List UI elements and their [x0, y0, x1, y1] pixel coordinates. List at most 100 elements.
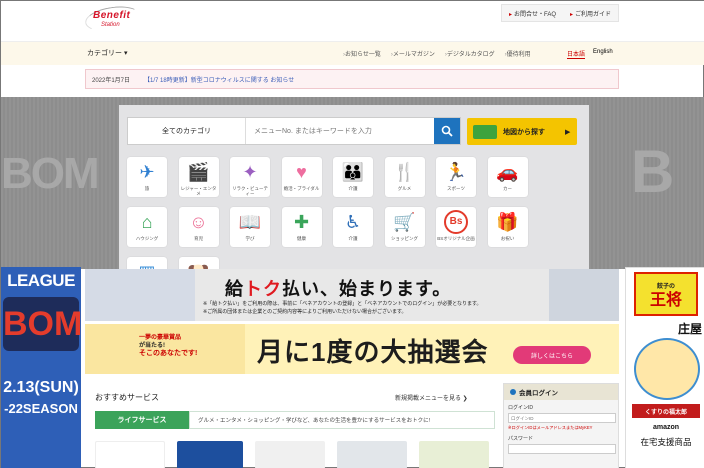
- notice-bar: 2022年1月7日 【1/7 18時更新】新型コロナウィルスに関する お知らせ: [85, 69, 619, 89]
- category-label: 旅: [144, 186, 150, 191]
- category-tile[interactable]: ⌂ ハウジング: [127, 207, 167, 247]
- nav-links: お知らせ一覧 メールマガジン デジタルカタログ 優待利用: [343, 49, 531, 58]
- category-label: 介護: [348, 186, 358, 191]
- password-field[interactable]: [508, 444, 616, 454]
- lottery-detail-button[interactable]: 詳しくはこちら: [513, 346, 591, 364]
- category-label: 介護: [348, 236, 358, 241]
- category-tile[interactable]: 🛒 ショッピング: [384, 207, 425, 247]
- category-label: BSオリジナル企画: [437, 236, 475, 241]
- guide-link[interactable]: ご利用ガイド: [570, 9, 611, 18]
- new-menu-link[interactable]: 新規掲載メニューを見る ❯: [395, 393, 468, 402]
- left-ad-season: -22SEASON: [4, 401, 78, 416]
- login-id-field[interactable]: [508, 413, 616, 423]
- car-icon: 🚗: [496, 162, 519, 182]
- category-tile[interactable]: ♥ 婚活・ブライダル: [281, 157, 322, 197]
- category-label: お祝い: [500, 236, 515, 241]
- category-label: グルメ: [397, 186, 412, 191]
- service-card[interactable]: [177, 441, 243, 468]
- nav-bar: カテゴリー ▾ お知らせ一覧 メールマガジン デジタルカタログ 優待利用 日本語…: [1, 41, 704, 65]
- category-tile[interactable]: ✚ 健康: [281, 207, 322, 247]
- category-tile[interactable]: 👪 介護: [333, 157, 373, 197]
- category-tile[interactable]: 📖 学び: [230, 207, 270, 247]
- shoya-ad: 庄屋: [677, 322, 702, 336]
- login-title: 会員ログイン: [504, 384, 618, 400]
- airplane-icon: ✈: [139, 162, 155, 182]
- gyoza-ad: 餃子の 王将: [634, 272, 698, 316]
- map-search-button[interactable]: 地図から探す ▶: [467, 118, 577, 145]
- banner-person-left: [85, 269, 195, 321]
- right-ad[interactable]: 餃子の 王将 庄屋 くすりの福太郎 amazon 在宅支援商品: [625, 267, 704, 468]
- amazon-ad-text: 在宅支援商品: [640, 437, 692, 447]
- notice-date: 2022年1月7日: [92, 77, 131, 84]
- lottery-banner[interactable]: 一夢の豪華賞品 が当たる! そこのあなたです! 月に1度の大抽選会 詳しくはこち…: [85, 324, 619, 374]
- category-label: リラク・ビューティー: [232, 186, 268, 196]
- gift-icon: 🎁: [496, 212, 519, 232]
- logo-sub: Station: [101, 22, 120, 28]
- member-login-box: 会員ログイン ログインID ※ログインIDはメールアドレスまたはMyKEY パス…: [503, 383, 619, 468]
- map-icon: [473, 124, 497, 139]
- category-tile[interactable]: 🎬 レジャー・エンタメ: [178, 157, 219, 197]
- category-label: レジャー・エンタメ: [180, 186, 217, 196]
- lang-japanese[interactable]: 日本語: [567, 49, 586, 59]
- kyutoku-banner[interactable]: 給トク払い、始まります。 ※「給トク払い」をご利用の際は、事前に「ベネアカウント…: [85, 269, 619, 321]
- category-label: 健康: [297, 236, 306, 241]
- category-tile[interactable]: Bs BSオリジナル企画: [436, 207, 476, 247]
- book-icon: 📖: [238, 212, 262, 232]
- tab-life-service[interactable]: ライフサービス: [95, 411, 189, 429]
- category-tile[interactable]: 🏃 スポーツ: [436, 157, 476, 197]
- nav-catalog[interactable]: デジタルカタログ: [445, 49, 495, 58]
- password-label: パスワード: [508, 436, 534, 442]
- top-bar: Benefit Station お問合せ・FAQ ご利用ガイド: [1, 1, 704, 41]
- category-label: 育児: [194, 236, 203, 241]
- service-card[interactable]: [95, 441, 165, 468]
- cart-icon: 🛒: [393, 212, 416, 232]
- search-bar: 全てのカテゴリ: [127, 117, 461, 145]
- faq-link[interactable]: お問合せ・FAQ: [509, 9, 556, 18]
- category-select[interactable]: 全てのカテゴリ: [128, 118, 246, 144]
- category-tile[interactable]: ☺ 育児: [178, 207, 219, 247]
- dog-mascot-image: [634, 338, 700, 400]
- benefit-station-logo[interactable]: Benefit Station: [83, 3, 143, 35]
- category-tile[interactable]: ✈ 旅: [127, 157, 167, 197]
- search-button[interactable]: [434, 118, 460, 144]
- category-tile[interactable]: 🍴 グルメ: [384, 157, 425, 197]
- runner-icon: 🏃: [444, 162, 468, 182]
- category-tile[interactable]: ✦ リラク・ビューティー: [230, 157, 270, 197]
- film-icon: 🎬: [187, 162, 210, 182]
- category-tile[interactable]: 🚗 カー: [487, 157, 528, 197]
- service-card[interactable]: [255, 441, 325, 468]
- category-tile[interactable]: 🎁 お祝い: [487, 207, 528, 247]
- left-ad-league: LEAGUE: [7, 271, 75, 290]
- house-icon: ⌂: [141, 212, 153, 232]
- service-card[interactable]: [337, 441, 407, 468]
- category-label: カー: [503, 186, 512, 191]
- service-card[interactable]: [419, 441, 489, 468]
- hero-left-logo: BOM: [1, 149, 100, 198]
- login-id-label: ログインID: [508, 405, 534, 411]
- category-menu[interactable]: カテゴリー ▾: [87, 48, 127, 58]
- left-ad-bom[interactable]: LEAGUE BOM 2.13(SUN) -22SEASON: [1, 267, 81, 468]
- recommend-title: おすすめサービス: [95, 393, 159, 402]
- lang-english[interactable]: English: [593, 49, 613, 59]
- cross-icon: ✚: [293, 212, 310, 232]
- notice-link[interactable]: 【1/7 18時更新】新型コロナウィルスに関する お知らせ: [144, 75, 294, 84]
- sparkle-icon: ✦: [242, 162, 258, 182]
- search-icon: [441, 125, 453, 137]
- pharmacy-sign: くすりの福太郎: [632, 404, 700, 418]
- life-service-description: グルメ・エンタメ・ショッピング・学びなど、あなたの生活を豊かにするサービスをおト…: [189, 411, 495, 429]
- lottery-headline: 月に1度の大抽選会: [257, 337, 489, 367]
- nav-mailmag[interactable]: メールマガジン: [391, 49, 435, 58]
- hero-right-logo: B: [631, 138, 675, 205]
- bs-icon: Bs: [444, 210, 468, 234]
- search-input[interactable]: [246, 118, 434, 144]
- category-tile[interactable]: ♿ 介護: [333, 207, 373, 247]
- logo-word: Benefit: [93, 10, 131, 21]
- help-links: お問合せ・FAQ ご利用ガイド: [501, 4, 619, 22]
- cutlery-icon: 🍴: [393, 162, 416, 182]
- category-label: 学び: [245, 236, 255, 241]
- nav-news[interactable]: お知らせ一覧: [343, 49, 381, 58]
- nav-usage[interactable]: 優待利用: [505, 49, 531, 58]
- left-ad-logo: BOM: [3, 297, 81, 351]
- category-label: ハウジング: [135, 236, 159, 241]
- category-label: ショッピング: [391, 236, 418, 241]
